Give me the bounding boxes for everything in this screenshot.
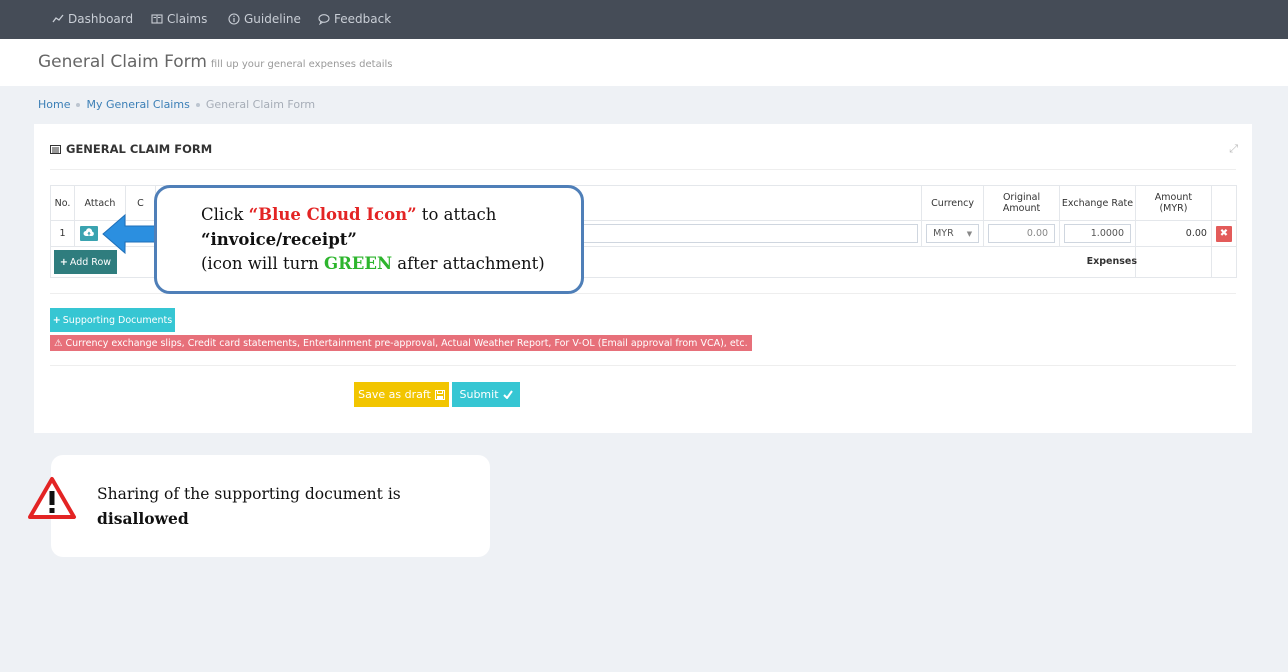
breadcrumb: Home My General Claims General Claim For… bbox=[38, 98, 315, 111]
page-title: General Claim Form fill up your general e… bbox=[38, 52, 392, 72]
currency-value: MYR bbox=[933, 228, 954, 239]
plus-icon: + bbox=[59, 256, 68, 268]
col-currency: Currency bbox=[921, 185, 985, 221]
speech-bubble-icon bbox=[318, 14, 330, 25]
add-row-label: Add Row bbox=[69, 256, 112, 268]
callout-line-2: “invoice/receipt” bbox=[201, 230, 357, 249]
col-amount-myr: Amount (MYR) bbox=[1135, 185, 1212, 221]
nav-claims-label: Claims bbox=[167, 12, 208, 26]
col-actions bbox=[1210, 185, 1238, 221]
row-number: 1 bbox=[50, 220, 75, 247]
callout-highlight: “Blue Cloud Icon” bbox=[248, 205, 417, 224]
list-book-icon bbox=[151, 14, 163, 24]
original-amount-input[interactable]: 0.00 bbox=[988, 224, 1056, 243]
notice-line-1: Sharing of the supporting document is bbox=[97, 485, 401, 503]
col-original-amount: Original Amount bbox=[983, 185, 1061, 221]
nav-guideline-label: Guideline bbox=[244, 12, 301, 26]
form-title-text: GENERAL CLAIM FORM bbox=[66, 142, 213, 156]
footer-amount bbox=[1135, 246, 1212, 278]
trend-line-icon bbox=[52, 14, 64, 23]
nav-claims[interactable]: Claims bbox=[151, 12, 207, 26]
page-subtitle: fill up your general expenses details bbox=[210, 59, 393, 70]
check-icon bbox=[502, 390, 513, 399]
form-list-icon bbox=[50, 144, 61, 154]
supporting-docs-warning: ⚠ Currency exchange slips, Credit card s… bbox=[50, 335, 752, 351]
nav-guideline[interactable]: Guideline bbox=[228, 12, 301, 26]
supporting-documents-label: Supporting Documents bbox=[62, 314, 173, 326]
plus-icon: + bbox=[52, 314, 61, 326]
currency-select[interactable]: MYR ▼ bbox=[926, 224, 980, 243]
warning-text: Currency exchange slips, Credit card sta… bbox=[65, 337, 748, 349]
title-divider bbox=[50, 169, 1236, 170]
pointer-arrow-icon bbox=[102, 213, 159, 255]
breadcrumb-separator bbox=[76, 102, 81, 107]
amount-myr-value: 0.00 bbox=[1135, 220, 1212, 247]
save-draft-label: Save as draft bbox=[358, 388, 431, 401]
breadcrumb-my-claims[interactable]: My General Claims bbox=[86, 98, 189, 111]
callout-line-1: Click “Blue Cloud Icon” to attach bbox=[201, 205, 497, 224]
caret-down-icon: ▼ bbox=[966, 229, 973, 238]
actions-divider bbox=[50, 365, 1236, 366]
delete-cell: ✖ bbox=[1210, 220, 1238, 247]
close-icon: ✖ bbox=[1219, 228, 1229, 239]
floppy-disk-icon bbox=[434, 389, 445, 400]
callout-green: GREEN bbox=[323, 254, 393, 273]
expand-icon[interactable]: ⤢ bbox=[1229, 142, 1238, 156]
breadcrumb-separator bbox=[195, 102, 200, 107]
warning-icon: ⚠ bbox=[54, 337, 63, 349]
original-amount-cell: 0.00 bbox=[983, 220, 1061, 247]
supporting-documents-button[interactable]: + Supporting Documents bbox=[50, 308, 175, 332]
currency-cell: MYR ▼ bbox=[921, 220, 985, 247]
exchange-rate-cell: 1.0000 bbox=[1059, 220, 1136, 247]
info-circle-icon bbox=[228, 13, 240, 25]
nav-dashboard-label: Dashboard bbox=[68, 12, 134, 26]
callout-line-3: (icon will turn GREEN after attachment) bbox=[201, 254, 545, 273]
top-navbar: Dashboard Claims Guideline Feedback bbox=[0, 0, 1288, 39]
expenses-label: Expenses bbox=[1086, 256, 1137, 267]
instruction-callout: Click “Blue Cloud Icon” to attach “invoi… bbox=[154, 185, 584, 294]
warning-triangle-icon bbox=[28, 477, 76, 519]
delete-row-button[interactable]: ✖ bbox=[1215, 225, 1232, 242]
footer-actions bbox=[1210, 246, 1238, 278]
cloud-upload-button[interactable] bbox=[79, 226, 98, 241]
submit-label: Submit bbox=[459, 388, 499, 401]
submit-button[interactable]: Submit bbox=[452, 382, 520, 407]
exchange-rate-input[interactable]: 1.0000 bbox=[1064, 224, 1131, 243]
nav-feedback[interactable]: Feedback bbox=[318, 12, 391, 26]
form-title: GENERAL CLAIM FORM bbox=[50, 142, 212, 156]
notice-line-2: disallowed bbox=[97, 509, 189, 528]
breadcrumb-home[interactable]: Home bbox=[38, 98, 70, 111]
disallowed-notice: Sharing of the supporting document is di… bbox=[51, 455, 490, 557]
save-draft-button[interactable]: Save as draft bbox=[354, 382, 449, 407]
breadcrumb-current: General Claim Form bbox=[205, 98, 316, 111]
nav-dashboard[interactable]: Dashboard bbox=[52, 12, 133, 26]
col-exchange-rate: Exchange Rate bbox=[1059, 185, 1136, 221]
cloud-upload-icon bbox=[83, 228, 94, 236]
page-title-text: General Claim Form bbox=[38, 52, 207, 72]
col-no: No. bbox=[50, 185, 75, 221]
nav-feedback-label: Feedback bbox=[334, 12, 392, 26]
